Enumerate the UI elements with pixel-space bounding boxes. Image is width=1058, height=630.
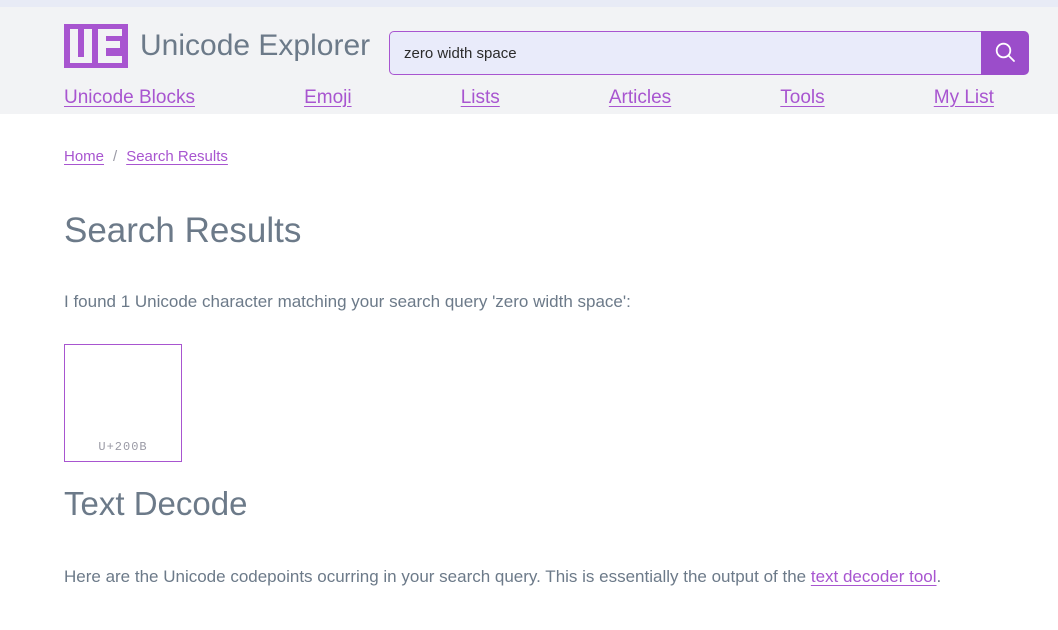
breadcrumb: Home / Search Results — [64, 148, 994, 165]
nav-item-lists[interactable]: Lists — [461, 87, 500, 109]
decode-text-before: Here are the Unicode codepoints ocurring… — [64, 567, 811, 587]
site-header: Unicode Explorer Unicode Blocks Emoji Li… — [0, 7, 1058, 114]
nav-item-my-list[interactable]: My List — [934, 87, 994, 109]
breadcrumb-home-link[interactable]: Home — [64, 148, 104, 165]
nav-item-articles[interactable]: Articles — [609, 87, 671, 109]
character-results-grid: ​ U+200B — [64, 344, 994, 463]
decode-text-after: . — [936, 567, 942, 587]
brand-home-link[interactable]: Unicode Explorer — [64, 24, 370, 68]
top-strip — [0, 0, 1058, 7]
main-navigation: Unicode Blocks Emoji Lists Articles Tool… — [64, 87, 994, 109]
character-codepoint-label: U+200B — [98, 440, 148, 455]
section-title-text-decode: Text Decode — [64, 485, 248, 523]
nav-item-emoji[interactable]: Emoji — [304, 87, 352, 109]
search-button[interactable] — [981, 31, 1029, 75]
text-decoder-tool-link[interactable]: text decoder tool — [811, 567, 937, 586]
breadcrumb-separator: / — [113, 148, 118, 165]
search-input[interactable] — [389, 31, 981, 75]
text-decode-description: Here are the Unicode codepoints ocurring… — [64, 561, 994, 592]
brand-title: Unicode Explorer — [140, 29, 371, 62]
page-title: Search Results — [64, 211, 302, 250]
result-summary-text: I found 1 Unicode character matching you… — [64, 291, 631, 311]
nav-item-unicode-blocks[interactable]: Unicode Blocks — [64, 87, 195, 109]
nav-item-tools[interactable]: Tools — [780, 87, 824, 109]
ue-monogram-logo-icon — [64, 24, 128, 68]
search-bar — [389, 31, 1029, 75]
main-content: Home / Search Results Search Results I f… — [0, 148, 1058, 592]
character-card[interactable]: ​ U+200B — [64, 344, 182, 463]
breadcrumb-current-link[interactable]: Search Results — [126, 148, 228, 165]
search-icon — [994, 41, 1016, 66]
